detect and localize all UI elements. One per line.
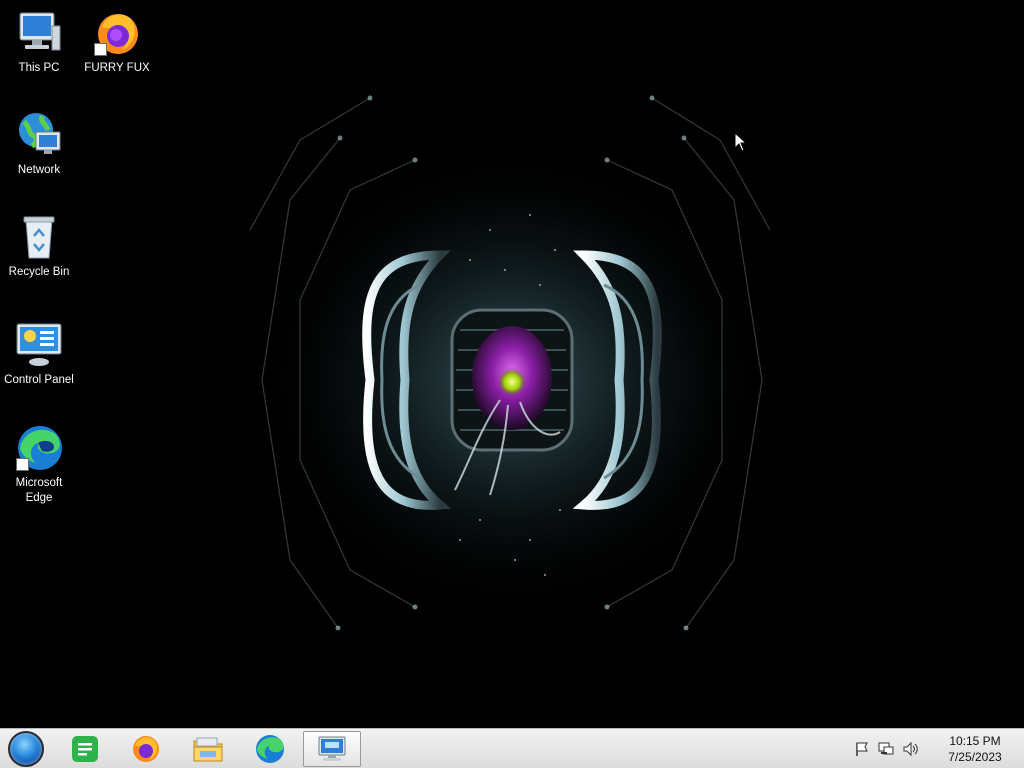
desktop-icon-microsoft-edge[interactable]: Microsoft Edge (1, 423, 77, 506)
taskbar-app-edge[interactable] (241, 731, 299, 767)
start-orb-icon (8, 731, 44, 767)
desktop-icon-furry-fux[interactable]: FURRY FUX (79, 8, 155, 76)
start-button[interactable] (5, 731, 47, 767)
speaker-icon[interactable] (902, 741, 918, 757)
desktop-icon-label: This PC (18, 62, 60, 74)
desktop-wallpaper (0, 0, 1024, 728)
system-tray: 10:15 PM 7/25/2023 (854, 729, 1024, 768)
taskbar-app-notes[interactable] (56, 731, 114, 767)
desktop-icon-this-pc[interactable]: This PC (1, 8, 77, 76)
file-explorer-icon (193, 737, 223, 762)
desktop-icon-control-panel[interactable]: Control Panel (1, 320, 77, 388)
clock-time: 10:15 PM (949, 734, 1001, 748)
desktop-icon-label: Microsoft Edge (15, 477, 63, 504)
shortcut-arrow-icon (16, 458, 29, 471)
desktop-icon-label: Recycle Bin (8, 266, 70, 278)
network-icon[interactable] (878, 741, 894, 757)
taskbar-clock[interactable]: 10:15 PM 7/25/2023 (940, 733, 1010, 765)
notes-app-icon (72, 736, 98, 762)
remote-desktop-icon (318, 736, 346, 761)
taskbar-app-remote-desktop[interactable] (303, 731, 361, 767)
edge-icon (14, 423, 64, 473)
desktop-icon-network[interactable]: Network (1, 110, 77, 178)
taskbar-app-firefox[interactable] (117, 731, 175, 767)
desktop-icon-label: Control Panel (4, 374, 74, 386)
recycle-bin-icon (14, 212, 64, 262)
desktop-icon-label: FURRY FUX (84, 62, 150, 74)
shortcut-arrow-icon (94, 43, 107, 56)
mouse-cursor-icon (734, 132, 748, 152)
clock-date: 7/25/2023 (948, 750, 1002, 764)
taskbar: 10:15 PM 7/25/2023 (0, 728, 1024, 768)
network-globe-icon (14, 110, 64, 160)
control-panel-icon (14, 320, 64, 370)
taskbar-app-file-explorer[interactable] (179, 731, 237, 767)
desktop-icon-label: Network (17, 164, 61, 176)
flag-icon[interactable] (854, 741, 870, 757)
firefox-icon (133, 736, 159, 762)
firefox-icon (92, 8, 142, 58)
edge-icon (256, 735, 284, 763)
desktop-icon-recycle-bin[interactable]: Recycle Bin (1, 212, 77, 280)
wallpaper-art (249, 95, 772, 631)
computer-icon (14, 8, 64, 58)
